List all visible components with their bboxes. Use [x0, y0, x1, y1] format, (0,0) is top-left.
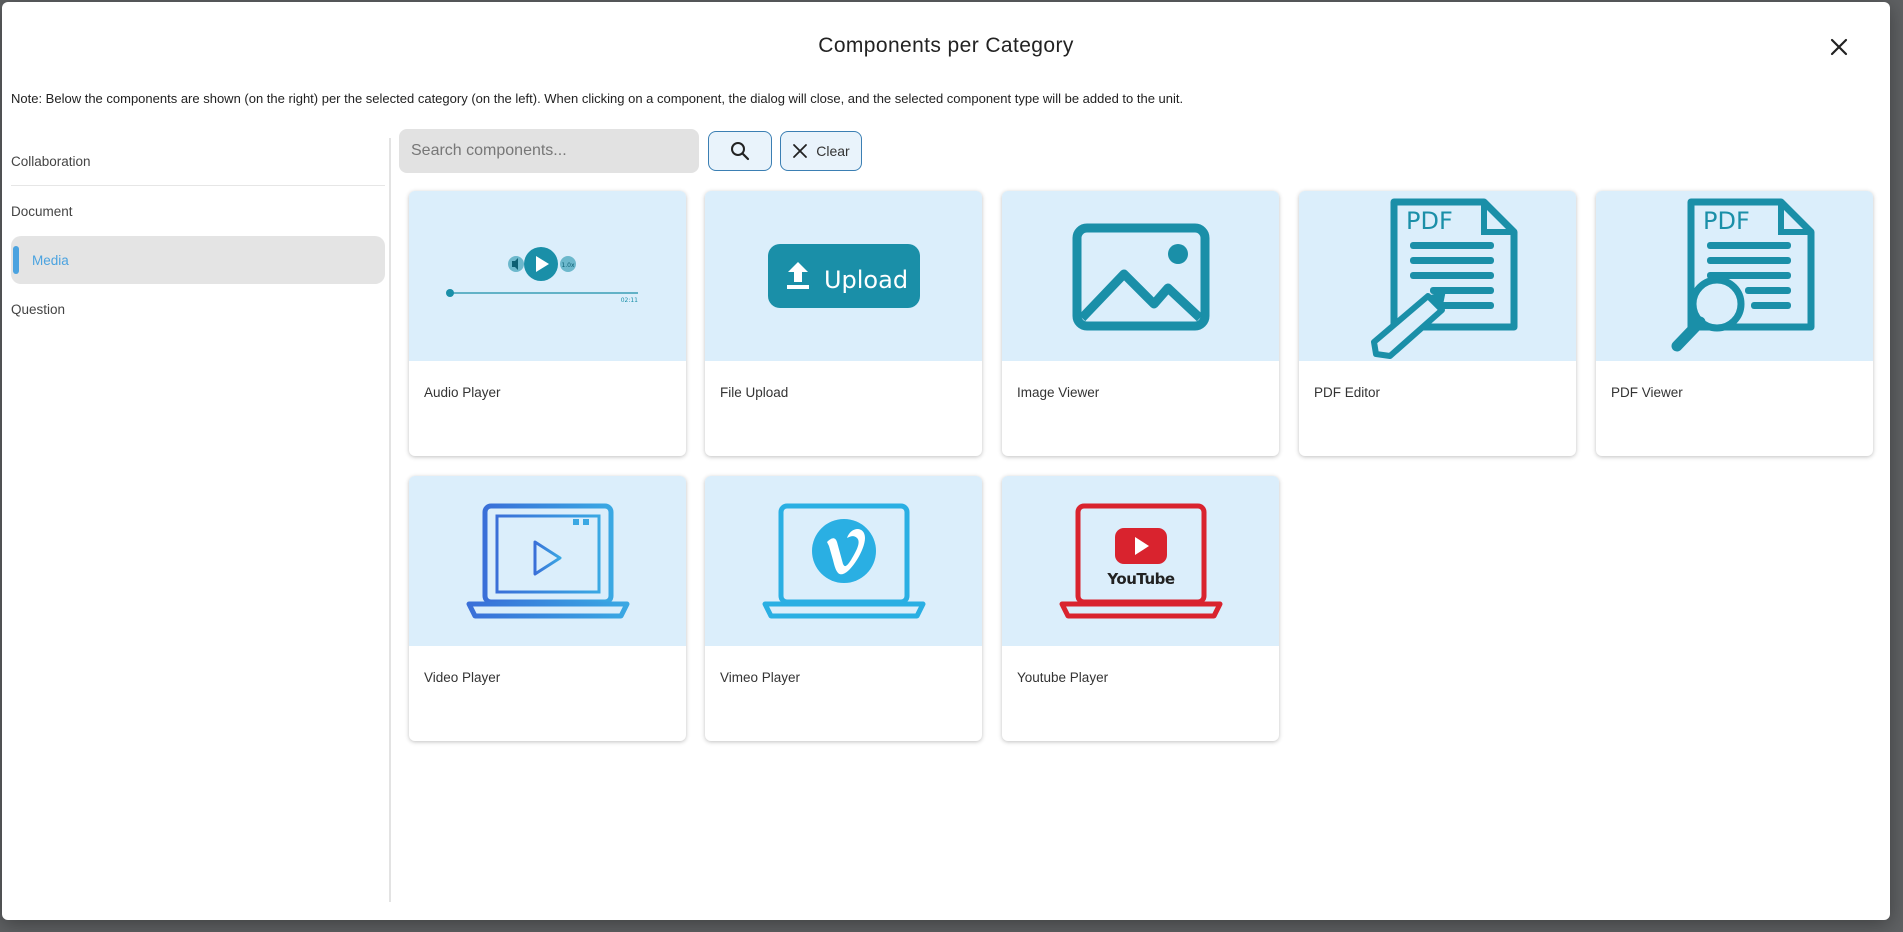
component-card-video-player[interactable]: Video Player: [409, 476, 686, 741]
dialog-note: Note: Below the components are shown (on…: [11, 91, 1184, 106]
card-image: [1002, 191, 1279, 361]
card-label: PDF Editor: [1314, 385, 1381, 400]
category-item-collaboration[interactable]: Collaboration: [11, 138, 385, 186]
card-label: File Upload: [720, 385, 789, 400]
card-image: Upload: [705, 191, 982, 361]
category-list: Collaboration Document Media Question: [11, 138, 385, 902]
search-input[interactable]: [399, 129, 699, 173]
component-card-pdf-editor[interactable]: PDF PDF Editor: [1299, 191, 1576, 456]
component-card-audio-player[interactable]: 1.0x 02:11 Audio Player: [409, 191, 686, 456]
card-image: [409, 476, 686, 646]
card-image: PDF: [1596, 191, 1873, 361]
close-icon: [793, 144, 808, 158]
card-label: Youtube Player: [1017, 670, 1109, 685]
sidebar-divider: [389, 138, 391, 902]
category-label: Question: [11, 301, 66, 317]
search-icon: [731, 142, 750, 161]
video-laptop-icon: [466, 503, 629, 619]
category-label: Collaboration: [11, 154, 91, 169]
category-item-media[interactable]: Media: [11, 236, 385, 284]
dialog-title: Components per Category: [818, 34, 1074, 57]
svg-text:PDF: PDF: [1406, 207, 1453, 235]
vimeo-laptop-icon: [762, 503, 925, 619]
youtube-laptop-icon: YouTube: [1059, 503, 1222, 619]
svg-text:1.0x: 1.0x: [561, 262, 575, 269]
card-label: Vimeo Player: [720, 670, 801, 685]
card-label: Image Viewer: [1017, 385, 1100, 400]
card-image: YouTube: [1002, 476, 1279, 646]
card-label: Video Player: [424, 670, 501, 685]
pdf-edit-icon: PDF: [1370, 198, 1517, 359]
audio-time: 02:11: [620, 297, 637, 304]
clear-label: Clear: [816, 143, 850, 159]
card-label: PDF Viewer: [1611, 385, 1683, 400]
card-image: PDF: [1299, 191, 1576, 361]
audio-player-icon: 1.0x 02:11: [445, 247, 638, 304]
component-card-pdf-viewer[interactable]: PDF PDF Viewer: [1596, 191, 1873, 456]
search-button[interactable]: [708, 131, 772, 171]
card-label: Audio Player: [424, 385, 501, 400]
component-card-file-upload[interactable]: Upload File Upload: [705, 191, 982, 456]
card-image: [705, 476, 982, 646]
close-dialog-button[interactable]: [1826, 34, 1852, 60]
clear-button[interactable]: Clear: [780, 131, 862, 171]
pdf-view-icon: PDF: [1671, 198, 1814, 351]
svg-text:YouTube: YouTube: [1106, 570, 1174, 588]
component-card-youtube-player[interactable]: YouTube Youtube Player: [1002, 476, 1279, 741]
card-image: 1.0x 02:11: [409, 191, 686, 361]
svg-text:Upload: Upload: [823, 266, 907, 294]
category-item-document[interactable]: Document: [11, 187, 385, 235]
upload-icon: Upload: [767, 244, 920, 308]
category-label: Document: [11, 203, 73, 219]
category-item-question[interactable]: Question: [11, 285, 385, 333]
component-card-image-viewer[interactable]: Image Viewer: [1002, 191, 1279, 456]
category-label: Media: [32, 252, 69, 268]
component-card-vimeo-player[interactable]: Vimeo Player: [705, 476, 982, 741]
svg-text:PDF: PDF: [1703, 207, 1750, 235]
close-icon: [1830, 38, 1848, 56]
components-dialog: Components per Category Note: Below the …: [2, 2, 1890, 920]
image-icon: [1072, 223, 1209, 331]
